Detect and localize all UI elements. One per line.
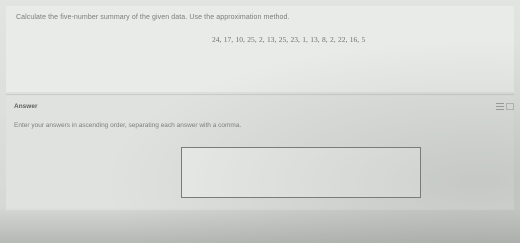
- list-icon[interactable]: [496, 102, 504, 110]
- question-panel: Calculate the five-number summary of the…: [6, 6, 514, 92]
- section-divider: [6, 94, 514, 95]
- answer-heading: Answer: [14, 103, 38, 110]
- answer-instruction: Enter your answers in ascending order, s…: [14, 122, 242, 129]
- question-prompt: Calculate the five-number summary of the…: [16, 14, 290, 21]
- side-toolbar: [496, 101, 518, 111]
- answer-panel: Answer Enter your answers in ascending o…: [6, 96, 514, 210]
- answer-input[interactable]: [181, 147, 421, 198]
- keyboard-icon[interactable]: [506, 102, 514, 110]
- page-background: Calculate the five-number summary of the…: [0, 0, 520, 243]
- data-values: 24, 17, 10, 25, 2, 13, 25, 23, 1, 13, 8,…: [212, 35, 366, 44]
